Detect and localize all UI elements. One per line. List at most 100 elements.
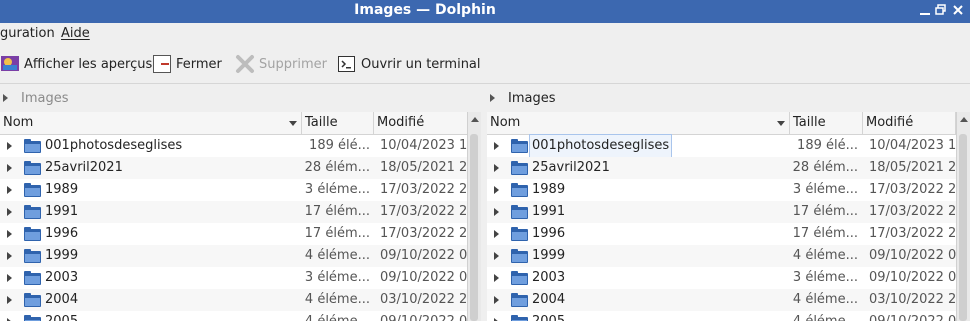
file-modified: 09/10/2022 00 [380,270,467,285]
file-name: 1989 [532,182,566,197]
file-modified: 09/10/2022 00 [380,311,467,321]
expand-arrow-icon[interactable] [494,164,499,172]
vertical-scrollbar[interactable] [467,112,481,321]
expand-arrow-icon[interactable] [7,208,12,216]
column-size[interactable]: Taille [302,112,374,134]
preview-label: Afficher les aperçus [24,56,153,72]
expand-arrow-icon[interactable] [494,208,499,216]
location-bar[interactable]: Images [0,84,481,113]
list-item[interactable]: 1996 17 élém... 17/03/2022 22 [487,223,970,245]
list-item[interactable]: 2004 4 éléme... 03/10/2022 22 [0,289,481,311]
expand-arrow-icon[interactable] [7,164,12,172]
file-modified: 09/10/2022 00 [380,248,467,263]
expand-arrow-icon[interactable] [494,186,499,194]
preview-button[interactable]: Afficher les aperçus [0,53,152,75]
file-size: 4 éléme... [302,311,370,321]
preview-icon [0,54,20,74]
file-modified: 18/05/2021 20 [869,160,956,175]
menubar: guration Aide [0,23,970,45]
column-name[interactable]: Nom [0,112,302,134]
file-name: 1991 [532,204,566,219]
list-item[interactable]: 25avril2021 28 élém... 18/05/2021 20 [487,157,970,179]
breadcrumb-images[interactable]: Images [21,91,69,106]
delete-label: Supprimer [259,56,327,72]
column-name[interactable]: Nom [487,112,790,134]
folder-icon [511,315,528,321]
list-item[interactable]: 1996 17 élém... 17/03/2022 22 [0,223,481,245]
menu-configuration[interactable]: guration [0,26,55,41]
expand-arrow-icon[interactable] [7,230,12,238]
file-name: 1999 [45,248,79,263]
restore-icon[interactable] [934,3,948,17]
left-file-view[interactable]: Images Nom Taille Modifié 001photosdeseg… [0,84,481,321]
column-modified[interactable]: Modifié [863,112,956,134]
menu-aide[interactable]: Aide [61,26,90,41]
close-view-button[interactable]: Fermer [152,53,222,75]
expand-arrow-icon[interactable] [7,296,12,304]
list-item[interactable]: 2005 4 éléme... 09/10/2022 00 [0,311,481,321]
column-name-label: Nom [490,115,521,130]
list-item[interactable]: 1999 4 éléme... 09/10/2022 00 [0,245,481,267]
file-size: 3 éléme... [304,270,370,285]
open-terminal-button[interactable]: Ouvrir un terminal [337,53,481,75]
list-item[interactable]: 1989 3 éléme... 17/03/2022 22 [487,179,970,201]
close-icon[interactable] [951,3,965,17]
breadcrumb-images[interactable]: Images [508,91,556,106]
file-size: 189 élé... [797,138,858,153]
folder-icon [24,227,41,241]
file-size: 4 éléme... [304,292,370,307]
expand-arrow-icon[interactable] [494,252,499,260]
list-item[interactable]: 1999 4 éléme... 09/10/2022 00 [487,245,970,267]
expand-arrow-icon[interactable] [7,274,12,282]
list-item[interactable]: 001photosdeseglises 189 élé... 10/04/2023 … [487,134,970,158]
list-item[interactable]: 25avril2021 28 élém... 18/05/2021 20 [0,157,481,179]
breadcrumb-arrow-icon[interactable] [490,94,495,102]
folder-icon [511,249,528,263]
folder-icon [24,183,41,197]
file-modified: 09/10/2022 00 [869,311,956,321]
breadcrumb-arrow-icon[interactable] [3,94,8,102]
vertical-scrollbar[interactable] [956,112,970,321]
file-size: 17 élém... [304,226,370,241]
delete-icon [235,54,255,74]
expand-arrow-icon[interactable] [494,230,499,238]
file-size: 28 élém... [792,160,858,175]
delete-button[interactable]: Supprimer [235,53,327,75]
window-titlebar[interactable]: Images — Dolphin [0,0,970,24]
list-item[interactable]: 2003 3 éléme... 09/10/2022 00 [487,267,970,289]
scrollbar-thumb[interactable] [959,134,967,321]
folder-icon [511,183,528,197]
expand-arrow-icon[interactable] [7,142,12,150]
scroll-up-icon[interactable] [471,117,479,122]
list-item[interactable]: 1989 3 éléme... 17/03/2022 22 [0,179,481,201]
right-file-view[interactable]: Images Nom Taille Modifié 001photosdeseg… [487,84,970,321]
expand-arrow-icon[interactable] [494,142,499,150]
file-modified: 10/04/2023 12 [380,138,467,153]
column-header: Nom Taille Modifié [0,112,481,135]
list-item[interactable]: 2005 4 éléme... 09/10/2022 00 [487,311,970,321]
list-item[interactable]: 001photosdeseglises 189 élé... 10/04/2023 … [0,135,481,157]
expand-arrow-icon[interactable] [494,296,499,304]
expand-arrow-icon[interactable] [494,274,499,282]
folder-icon [24,315,41,321]
file-name: 25avril2021 [532,160,610,175]
scroll-up-icon[interactable] [960,117,968,122]
column-modified[interactable]: Modifié [374,112,468,134]
expand-arrow-icon[interactable] [7,252,12,260]
list-item[interactable]: 2003 3 éléme... 09/10/2022 00 [0,267,481,289]
scrollbar-thumb[interactable] [470,134,478,321]
column-header: Nom Taille Modifié [487,112,970,135]
list-item[interactable]: 1991 17 élém... 17/03/2022 22 [0,201,481,223]
list-item[interactable]: 1991 17 élém... 17/03/2022 22 [487,201,970,223]
expand-arrow-icon[interactable] [7,186,12,194]
file-name: 2005 [45,311,78,321]
file-size: 3 éléme... [792,182,858,197]
file-name: 1999 [532,248,566,263]
minimize-icon[interactable] [918,3,932,17]
file-modified: 17/03/2022 22 [380,226,467,241]
list-item[interactable]: 2004 4 éléme... 03/10/2022 22 [487,289,970,311]
location-bar[interactable]: Images [487,84,970,113]
file-list: 001photosdeseglises 189 élé... 10/04/2023 … [0,135,481,321]
file-size: 3 éléme... [792,270,858,285]
column-size[interactable]: Taille [790,112,863,134]
